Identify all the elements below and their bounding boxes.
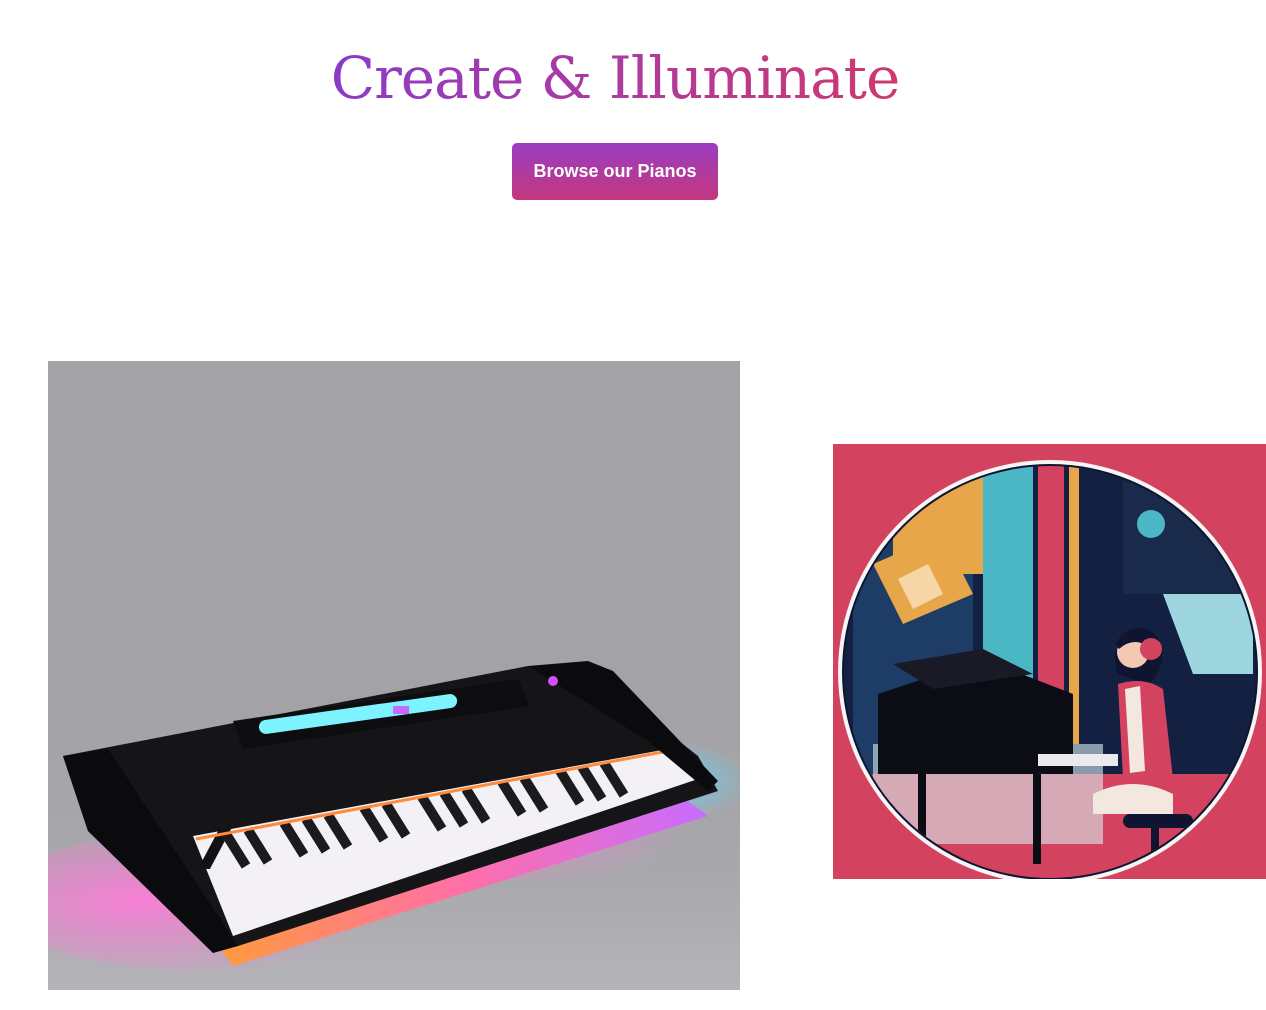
keyboard-illustration	[48, 661, 740, 971]
hero-title-text: Create & Illuminate	[330, 44, 901, 112]
pianist-illustration-image	[833, 444, 1266, 879]
pianist-illustration	[838, 460, 1262, 879]
browse-pianos-button[interactable]: Browse our Pianos	[512, 143, 718, 200]
illuminated-keyboard-image	[48, 361, 740, 990]
hero-title: Create & Illuminate	[0, 38, 1230, 118]
